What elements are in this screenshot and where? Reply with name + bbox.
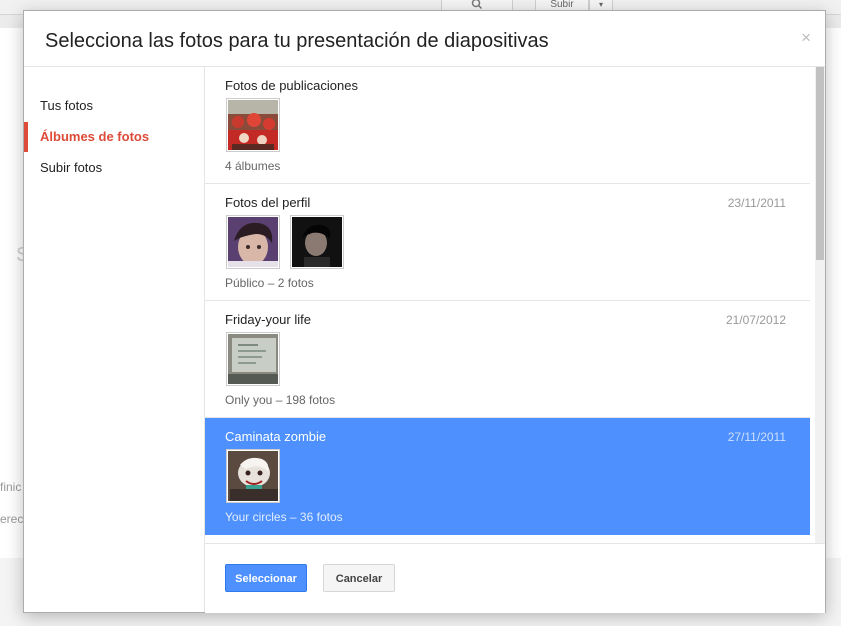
album-date: 23/11/2011 — [727, 196, 786, 210]
sidebar-item-photo-albums[interactable]: Álbumes de fotos — [24, 122, 204, 152]
dialog-title: Selecciona las fotos para tu presentació… — [45, 30, 549, 52]
search-icon — [471, 0, 483, 10]
album-name: Caminata zombie — [225, 429, 327, 444]
dialog-footer: Seleccionar Cancelar — [205, 543, 825, 613]
cancel-button[interactable]: Cancelar — [323, 564, 395, 592]
sidebar-item-upload-photos[interactable]: Subir fotos — [24, 153, 204, 183]
album-thumbnail — [226, 332, 280, 386]
scrollbar-thumb[interactable] — [816, 67, 824, 260]
album-meta: Público – 2 fotos — [225, 276, 314, 290]
select-button[interactable]: Seleccionar — [225, 564, 307, 592]
album-row[interactable]: Fotos de publicaciones 4 álbumes — [205, 67, 810, 184]
album-date: 21/07/2012 — [725, 313, 786, 327]
album-thumbnail — [290, 215, 344, 269]
album-thumbnail — [226, 449, 280, 503]
dialog-header: Selecciona las fotos para tu presentació… — [24, 11, 825, 67]
close-icon[interactable]: × — [801, 29, 811, 47]
album-row-selected[interactable]: Caminata zombie 27/11/2011 Your circles … — [205, 418, 810, 535]
album-row[interactable]: Friday-your life 21/07/2012 Only you – 1… — [205, 301, 810, 418]
album-name: Fotos de publicaciones — [225, 78, 358, 93]
album-thumbnail — [226, 98, 280, 152]
background-text-fragment: finic — [0, 480, 22, 494]
photo-picker-dialog: Selecciona las fotos para tu presentació… — [23, 10, 826, 613]
album-meta: Only you – 198 fotos — [225, 393, 336, 407]
album-name: Friday-your life — [225, 312, 311, 327]
album-meta: Your circles – 36 fotos — [225, 510, 343, 524]
album-name: Fotos del perfil — [225, 195, 311, 210]
album-thumbnail — [226, 215, 280, 269]
album-thumbnails — [226, 98, 280, 152]
sidebar-item-your-photos[interactable]: Tus fotos — [24, 91, 204, 121]
album-date: 27/11/2011 — [727, 430, 786, 444]
album-list[interactable]: Fotos de publicaciones 4 álbumes Fotos d… — [205, 67, 825, 544]
album-meta: 4 álbumes — [225, 159, 281, 173]
album-thumbnails — [226, 449, 280, 503]
sidebar: Tus fotos Álbumes de fotos Subir fotos — [24, 67, 205, 612]
album-row[interactable]: Fotos del perfil 23/11/2011 Público – 2 … — [205, 184, 810, 301]
album-thumbnails — [226, 332, 280, 386]
album-thumbnails — [226, 215, 344, 269]
scrollbar[interactable] — [815, 67, 825, 544]
